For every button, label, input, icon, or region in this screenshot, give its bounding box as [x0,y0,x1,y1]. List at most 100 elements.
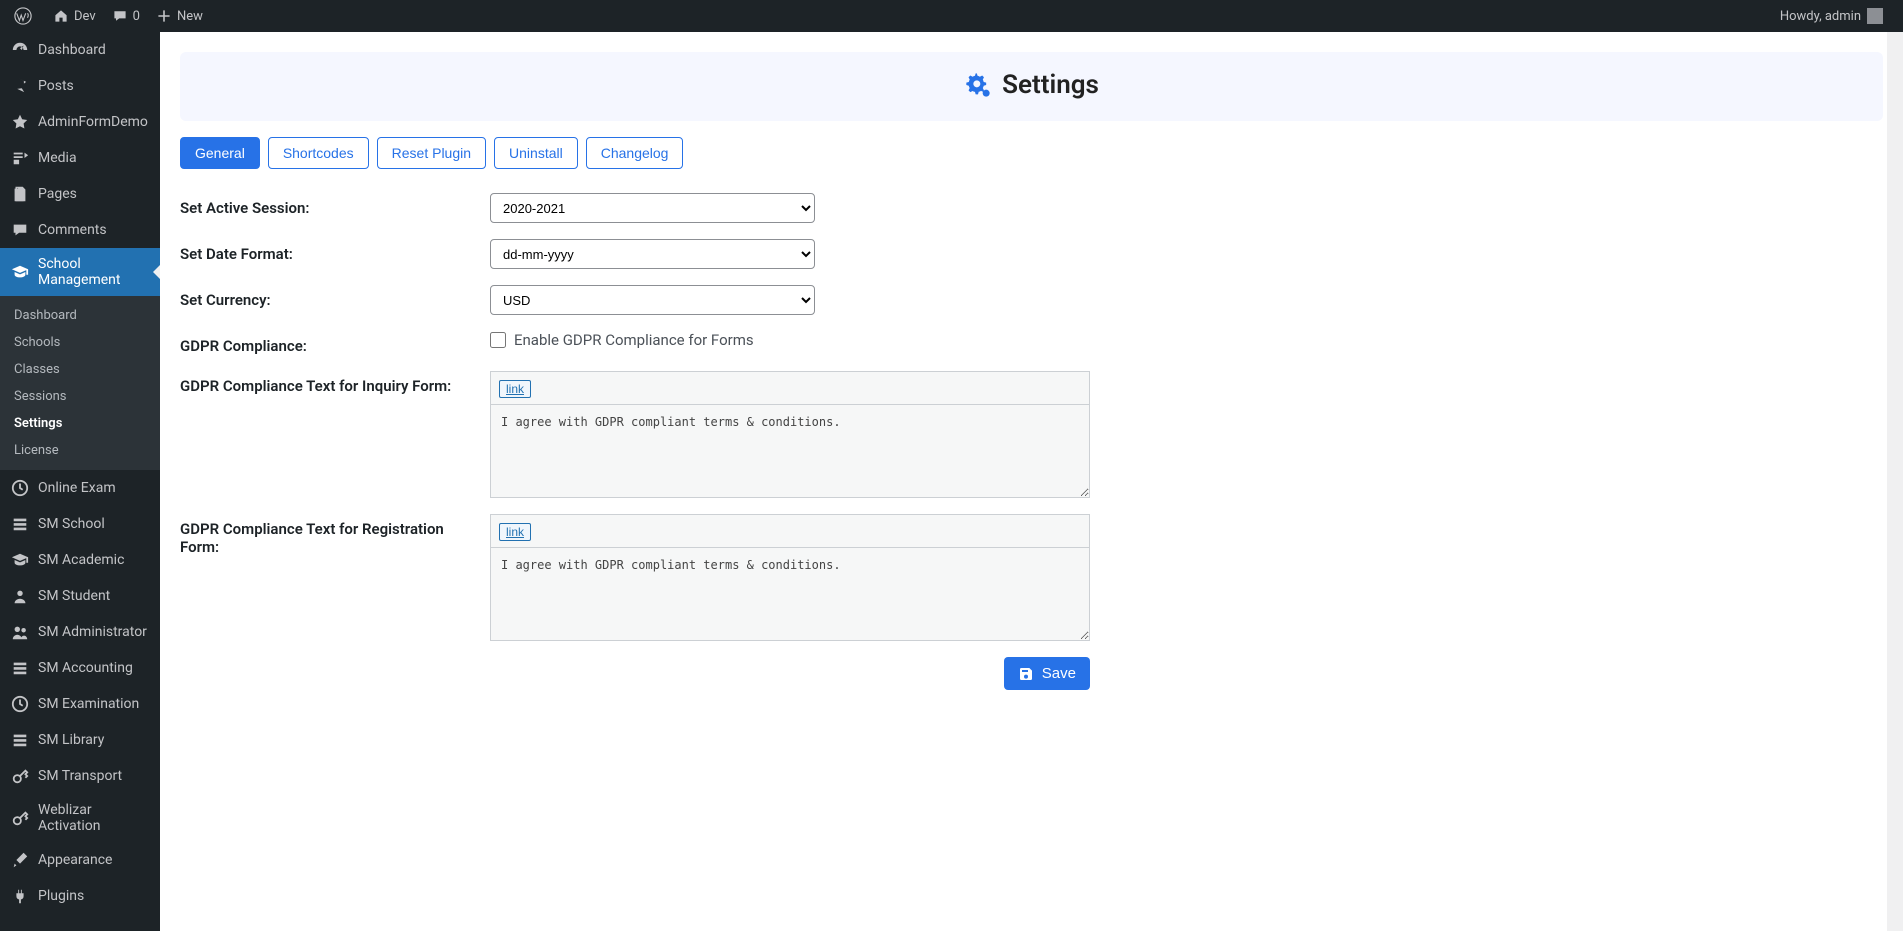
submenu-item-schools[interactable]: Schools [0,329,160,356]
home-icon [53,8,69,24]
row-date-format: Set Date Format: dd-mm-yyyy [180,239,1260,269]
sidebar-item-plugins[interactable]: Plugins [0,878,160,914]
page-title-text: Settings [1002,70,1099,100]
page-title: Settings [964,70,1099,100]
textarea-gdpr-inquiry[interactable] [491,405,1089,497]
submenu-item-license[interactable]: License [0,437,160,464]
clock-icon [10,478,30,498]
sidebar-item-school-management[interactable]: School Management [0,248,160,296]
admin-bar-right: Howdy, admin [1772,0,1891,32]
sidebar-item-pages[interactable]: Pages [0,176,160,212]
editor-gdpr-inquiry: link [490,371,1090,498]
gears-icon [964,71,992,99]
link-button[interactable]: link [499,380,531,398]
label-date-format: Set Date Format: [180,239,490,263]
sidebar-item-label: Media [38,150,77,166]
textarea-gdpr-registration[interactable] [491,548,1089,640]
sidebar-item-sm-transport[interactable]: SM Transport [0,758,160,794]
save-icon [1018,666,1034,682]
save-row: Save [180,657,1090,690]
sidebar-item-label: SM School [38,516,105,532]
sidebar-item-sm-academic[interactable]: SM Academic [0,542,160,578]
users-icon [10,622,30,642]
sidebar-item-label: SM Library [38,732,104,748]
wp-logo[interactable] [6,0,45,32]
wordpress-icon [14,7,32,25]
key-icon [10,808,30,828]
row-gdpr-registration: GDPR Compliance Text for Registration Fo… [180,514,1260,641]
tab-reset-plugin[interactable]: Reset Plugin [377,137,486,169]
admin-sidebar: Dashboard Posts AdminFormDemo Media Pages Com… [0,32,160,931]
editor-toolbar: link [491,372,1089,405]
sidebar-item-posts[interactable]: Posts [0,68,160,104]
gdpr-checkbox-label: Enable GDPR Compliance for Forms [514,331,754,349]
sidebar-item-sm-library[interactable]: SM Library [0,722,160,758]
save-button[interactable]: Save [1004,657,1090,690]
editor-gdpr-registration: link [490,514,1090,641]
sidebar-item-comments[interactable]: Comments [0,212,160,248]
sidebar-item-dashboard[interactable]: Dashboard [0,32,160,68]
settings-tabs: GeneralShortcodesReset PluginUninstallCh… [180,137,1883,169]
link-button[interactable]: link [499,523,531,541]
comments-count: 0 [133,9,140,24]
tab-changelog[interactable]: Changelog [586,137,684,169]
tab-shortcodes[interactable]: Shortcodes [268,137,369,169]
submenu-item-settings[interactable]: Settings [0,410,160,437]
list-icon [10,730,30,750]
sidebar-item-online-exam[interactable]: Online Exam [0,470,160,506]
label-currency: Set Currency: [180,285,490,309]
admin-bar-left: Dev 0 New [6,0,211,32]
sidebar-item-media[interactable]: Media [0,140,160,176]
sidebar-item-sm-examination[interactable]: SM Examination [0,686,160,722]
sidebar-item-label: Comments [38,222,107,238]
tab-uninstall[interactable]: Uninstall [494,137,578,169]
submenu-item-sessions[interactable]: Sessions [0,383,160,410]
pin-icon [10,76,30,96]
comments-bubble[interactable]: 0 [104,0,148,32]
sidebar-item-sm-accounting[interactable]: SM Accounting [0,650,160,686]
page-header: Settings [180,52,1883,121]
sidebar-item-label: Pages [38,186,77,202]
new-content-label: New [177,9,203,24]
select-active-session[interactable]: 2020-2021 [490,193,815,223]
save-button-label: Save [1042,665,1076,682]
user-icon [10,586,30,606]
select-date-format[interactable]: dd-mm-yyyy [490,239,815,269]
brush-icon [10,850,30,870]
comment-icon [112,8,128,24]
my-account[interactable]: Howdy, admin [1772,0,1891,32]
new-content[interactable]: New [148,0,211,32]
select-currency[interactable]: USD [490,285,815,315]
sidebar-item-weblizar-activation[interactable]: Weblizar Activation [0,794,160,842]
sidebar-item-label: AdminFormDemo [38,114,148,130]
clock-icon [10,694,30,714]
sidebar-item-label: Online Exam [38,480,116,496]
sidebar-item-label: Appearance [38,852,112,868]
sidebar-item-sm-student[interactable]: SM Student [0,578,160,614]
sidebar-item-label: SM Accounting [38,660,133,676]
sidebar-item-label: Dashboard [38,42,106,58]
sidebar-item-adminformdemo[interactable]: AdminFormDemo [0,104,160,140]
media-icon [10,148,30,168]
label-active-session: Set Active Session: [180,193,490,217]
sidebar-item-appearance[interactable]: Appearance [0,842,160,878]
main-content: Settings GeneralShortcodesReset PluginUn… [160,32,1903,931]
label-gdpr-inquiry: GDPR Compliance Text for Inquiry Form: [180,371,490,395]
label-gdpr-registration: GDPR Compliance Text for Registration Fo… [180,514,490,556]
sidebar-item-sm-administrator[interactable]: SM Administrator [0,614,160,650]
scrollbar[interactable] [1887,32,1903,931]
comment-icon [10,220,30,240]
sidebar-item-label: School Management [38,256,150,288]
gdpr-checkbox-wrap[interactable]: Enable GDPR Compliance for Forms [490,331,1090,349]
site-name[interactable]: Dev [45,0,104,32]
sidebar-item-sm-school[interactable]: SM School [0,506,160,542]
site-name-label: Dev [74,9,96,24]
sidebar-item-label: SM Administrator [38,624,147,640]
sidebar-item-label: Plugins [38,888,84,904]
tab-general[interactable]: General [180,137,260,169]
sidebar-submenu: DashboardSchoolsClassesSessionsSettingsL… [0,296,160,470]
plus-icon [156,8,172,24]
submenu-item-dashboard[interactable]: Dashboard [0,302,160,329]
gdpr-checkbox[interactable] [490,332,506,348]
submenu-item-classes[interactable]: Classes [0,356,160,383]
